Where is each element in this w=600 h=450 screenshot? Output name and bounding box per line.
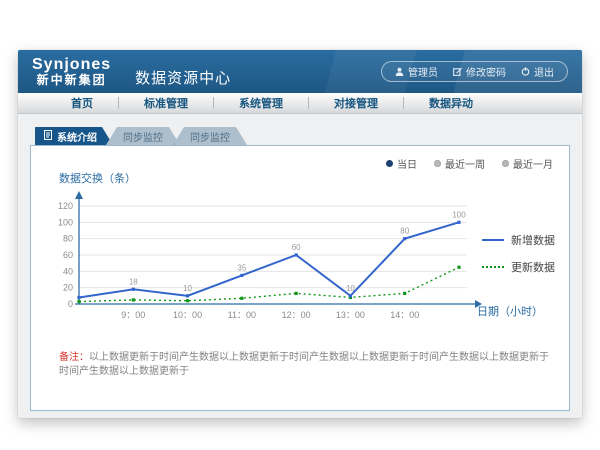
logo-text-en: Synjones: [32, 56, 111, 74]
logo-text-cn: 新中新集团: [32, 74, 111, 87]
svg-text:20: 20: [63, 283, 73, 293]
svg-text:0: 0: [68, 299, 73, 309]
nav-item-system-mgmt[interactable]: 系统管理: [214, 95, 308, 111]
logout-button[interactable]: 退出: [521, 64, 554, 79]
svg-text:120: 120: [58, 201, 73, 211]
tab-sync-monitor-1[interactable]: 同步监控: [106, 127, 180, 145]
svg-text:10: 10: [183, 284, 192, 293]
svg-text:13：00: 13：00: [336, 310, 365, 320]
svg-text:12：00: 12：00: [282, 310, 311, 320]
filter-last-week-label: 最近一周: [445, 156, 485, 171]
legend-item-new-data: 新增数据: [482, 232, 555, 248]
change-password-label: 修改密码: [466, 64, 506, 79]
nav-item-standard-mgmt[interactable]: 标准管理: [119, 95, 213, 111]
tab-label: 同步监控: [123, 129, 163, 144]
admin-user-label: 管理员: [408, 64, 438, 79]
logout-label: 退出: [534, 64, 554, 79]
svg-text:18: 18: [129, 277, 138, 286]
tab-system-intro[interactable]: 系统介绍: [35, 127, 113, 145]
app-header: Synjones 新中新集团 数据资源中心 管理员 修改密码 退出: [18, 50, 582, 93]
svg-text:60: 60: [63, 250, 73, 260]
user-menu: 管理员 修改密码 退出: [381, 61, 568, 82]
app-window: Synjones 新中新集团 数据资源中心 管理员 修改密码 退出: [18, 50, 582, 418]
filter-last-month-label: 最近一月: [513, 156, 553, 171]
dotted-line-icon: [482, 266, 504, 268]
svg-text:11：00: 11：00: [228, 310, 256, 320]
svg-text:40: 40: [63, 266, 73, 276]
data-exchange-line-chart: 0 20 40 60 80 100 120 9：00 10：00 11：00 12：00 13：00 1…: [39, 186, 491, 328]
nav-item-interface-mgmt[interactable]: 对接管理: [309, 95, 403, 111]
company-logo: Synjones 新中新集团: [32, 56, 111, 87]
svg-text:100: 100: [452, 210, 466, 219]
footnote: 备注：以上数据更新于时间产生数据以上数据更新于时间产生数据以上数据更新于时间产生…: [59, 351, 549, 379]
x-axis-title: 日期（小时）: [477, 303, 543, 319]
svg-text:60: 60: [292, 243, 301, 252]
legend-label: 新增数据: [511, 232, 555, 248]
radio-unselected-icon: [502, 160, 509, 167]
tab-sync-monitor-2[interactable]: 同步监控: [173, 127, 247, 145]
document-icon: [44, 130, 52, 143]
svg-text:100: 100: [58, 217, 73, 227]
svg-text:14：00: 14：00: [390, 310, 419, 320]
edit-icon: [453, 67, 462, 76]
y-axis-title: 数据交换（条）: [59, 170, 136, 186]
svg-text:80: 80: [400, 227, 409, 236]
main-nav: 首页 标准管理 系统管理 对接管理 数据异动: [18, 93, 582, 114]
radio-unselected-icon: [434, 160, 441, 167]
svg-text:10: 10: [346, 284, 355, 293]
filter-today-label: 当日: [397, 156, 417, 171]
svg-text:10：00: 10：00: [173, 310, 202, 320]
nav-item-data-change[interactable]: 数据异动: [404, 95, 498, 111]
svg-text:35: 35: [237, 263, 246, 272]
user-icon: [395, 67, 404, 76]
legend-item-update-data: 更新数据: [482, 259, 555, 275]
footnote-label: 备注：: [59, 352, 89, 363]
solid-line-icon: [482, 239, 504, 241]
admin-user-button[interactable]: 管理员: [395, 64, 438, 79]
tab-label: 系统介绍: [57, 129, 97, 144]
legend-label: 更新数据: [511, 259, 555, 275]
footnote-text: 以上数据更新于时间产生数据以上数据更新于时间产生数据以上数据更新于时间产生数据以…: [59, 352, 549, 377]
svg-text:80: 80: [63, 234, 73, 244]
nav-item-home[interactable]: 首页: [46, 95, 118, 111]
svg-text:9：00: 9：00: [121, 310, 145, 320]
chart-legend: 新增数据 更新数据: [482, 232, 555, 275]
change-password-button[interactable]: 修改密码: [453, 64, 506, 79]
chart-card: 当日 最近一周 最近一月 数据交换（条） 0 20 40 60 80 100 120 9：00…: [30, 145, 570, 411]
page-title: 数据资源中心: [135, 67, 231, 88]
filter-last-month[interactable]: 最近一月: [502, 156, 553, 171]
range-filter-group: 当日 最近一周 最近一月: [386, 156, 553, 171]
filter-last-week[interactable]: 最近一周: [434, 156, 485, 171]
filter-today[interactable]: 当日: [386, 156, 417, 171]
tab-label: 同步监控: [190, 129, 230, 144]
tab-bar: 系统介绍 同步监控 同步监控: [35, 127, 582, 145]
radio-selected-icon: [386, 160, 393, 167]
power-icon: [521, 67, 530, 76]
